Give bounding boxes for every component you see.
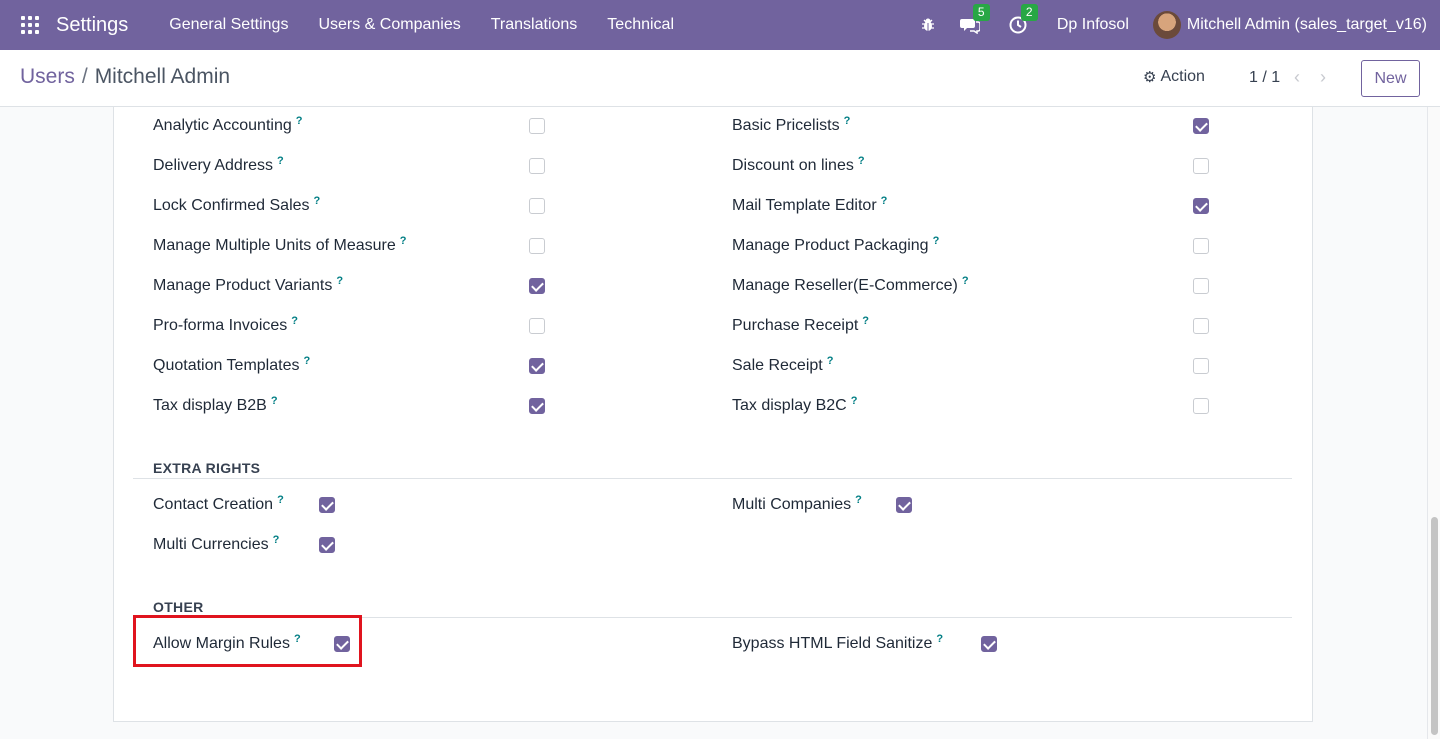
section-title-extra-rights: EXTRA RIGHTS xyxy=(153,460,261,476)
activity-clock-icon[interactable]: 2 xyxy=(1007,4,1038,36)
field-label: Manage Reseller(E-Commerce)? xyxy=(732,275,969,294)
checkbox-bypass-html-sanitize[interactable] xyxy=(981,636,997,652)
help-tooltip-icon[interactable]: ? xyxy=(881,195,888,207)
pager-next-icon[interactable]: › xyxy=(1320,67,1326,88)
checkbox-pro-forma-invoices[interactable] xyxy=(529,318,545,334)
checkbox-product-packaging[interactable] xyxy=(1193,238,1209,254)
checkbox-purchase-receipt[interactable] xyxy=(1193,318,1209,334)
field-label: Bypass HTML Field Sanitize? xyxy=(732,633,944,652)
field-label: Tax display B2C? xyxy=(732,395,858,414)
vertical-scrollbar[interactable] xyxy=(1427,107,1440,739)
checkbox-multi-companies[interactable] xyxy=(896,497,912,513)
help-tooltip-icon[interactable]: ? xyxy=(862,315,869,327)
section-title-other: OTHER xyxy=(153,599,204,615)
company-switcher[interactable]: Dp Infosol xyxy=(1057,16,1129,34)
field-label: Multi Currencies? xyxy=(153,534,280,553)
checkbox-tax-display-b2b[interactable] xyxy=(529,398,545,414)
user-menu[interactable]: Mitchell Admin (sales_target_v16) xyxy=(1187,16,1427,34)
field-label: Purchase Receipt? xyxy=(732,315,870,334)
highlight-annotation-box xyxy=(133,615,362,667)
field-label: Pro-forma Invoices? xyxy=(153,315,298,334)
checkbox-multi-currencies[interactable] xyxy=(319,537,335,553)
field-label: Manage Multiple Units of Measure? xyxy=(153,235,407,254)
checkbox-analytic-accounting[interactable] xyxy=(529,118,545,134)
activity-badge: 2 xyxy=(1020,4,1038,21)
top-navbar: Settings General Settings Users & Compan… xyxy=(0,0,1440,50)
action-label: Action xyxy=(1160,68,1205,85)
help-tooltip-icon[interactable]: ? xyxy=(296,115,303,127)
pager-previous-icon[interactable]: ‹ xyxy=(1294,67,1300,88)
pager-value[interactable]: 1 / 1 xyxy=(1249,69,1280,87)
help-tooltip-icon[interactable]: ? xyxy=(933,235,940,247)
checkbox-delivery-address[interactable] xyxy=(529,158,545,174)
checkbox-quotation-templates[interactable] xyxy=(529,358,545,374)
messages-icon[interactable]: 5 xyxy=(959,4,990,36)
checkbox-reseller-ecommerce[interactable] xyxy=(1193,278,1209,294)
gear-icon: ⚙ xyxy=(1143,69,1157,86)
field-label: Multi Companies? xyxy=(732,494,862,513)
field-label: Basic Pricelists? xyxy=(732,115,851,134)
field-label: Quotation Templates? xyxy=(153,355,311,374)
checkbox-discount-on-lines[interactable] xyxy=(1193,158,1209,174)
action-button[interactable]: ⚙ Action xyxy=(1143,68,1205,86)
checkbox-mail-template-editor[interactable] xyxy=(1193,198,1209,214)
checkbox-product-variants[interactable] xyxy=(529,278,545,294)
breadcrumb-current: Mitchell Admin xyxy=(94,65,231,88)
field-label: Contact Creation? xyxy=(153,494,284,513)
field-label: Manage Product Packaging? xyxy=(732,235,940,254)
help-tooltip-icon[interactable]: ? xyxy=(851,395,858,407)
checkbox-contact-creation[interactable] xyxy=(319,497,335,513)
field-label: Mail Template Editor? xyxy=(732,195,888,214)
checkbox-basic-pricelists[interactable] xyxy=(1193,118,1209,134)
breadcrumb-separator: / xyxy=(81,65,88,88)
help-tooltip-icon[interactable]: ? xyxy=(273,534,280,546)
breadcrumb: Users / Mitchell Admin xyxy=(20,65,230,89)
checkbox-lock-confirmed-sales[interactable] xyxy=(529,198,545,214)
help-tooltip-icon[interactable]: ? xyxy=(855,494,862,506)
help-tooltip-icon[interactable]: ? xyxy=(336,275,343,287)
control-panel: Users / Mitchell Admin ⚙ Action 1 / 1 ‹ › N… xyxy=(0,50,1440,107)
menu-users-companies[interactable]: Users & Companies xyxy=(303,0,475,50)
help-tooltip-icon[interactable]: ? xyxy=(400,235,407,247)
messages-badge: 5 xyxy=(972,4,990,21)
checkbox-sale-receipt[interactable] xyxy=(1193,358,1209,374)
apps-menu-icon[interactable] xyxy=(21,16,39,34)
field-label: Delivery Address? xyxy=(153,155,284,174)
field-label: Analytic Accounting? xyxy=(153,115,303,134)
help-tooltip-icon[interactable]: ? xyxy=(277,155,284,167)
debug-bug-icon[interactable] xyxy=(917,14,939,36)
help-tooltip-icon[interactable]: ? xyxy=(936,633,943,645)
checkbox-multiple-uom[interactable] xyxy=(529,238,545,254)
checkbox-tax-display-b2c[interactable] xyxy=(1193,398,1209,414)
help-tooltip-icon[interactable]: ? xyxy=(314,195,321,207)
app-brand[interactable]: Settings xyxy=(56,14,128,37)
help-tooltip-icon[interactable]: ? xyxy=(291,315,298,327)
field-label: Tax display B2B? xyxy=(153,395,278,414)
help-tooltip-icon[interactable]: ? xyxy=(827,355,834,367)
help-tooltip-icon[interactable]: ? xyxy=(271,395,278,407)
new-button[interactable]: New xyxy=(1361,60,1420,97)
field-label: Sale Receipt? xyxy=(732,355,834,374)
help-tooltip-icon[interactable]: ? xyxy=(303,355,310,367)
breadcrumb-users-link[interactable]: Users xyxy=(20,65,75,88)
help-tooltip-icon[interactable]: ? xyxy=(858,155,865,167)
help-tooltip-icon[interactable]: ? xyxy=(277,494,284,506)
menu-technical[interactable]: Technical xyxy=(592,0,689,50)
field-label: Manage Product Variants? xyxy=(153,275,344,294)
menu-general-settings[interactable]: General Settings xyxy=(154,0,303,50)
menu-translations[interactable]: Translations xyxy=(476,0,593,50)
scrollbar-thumb[interactable] xyxy=(1431,517,1438,735)
field-label: Discount on lines? xyxy=(732,155,865,174)
field-label: Lock Confirmed Sales? xyxy=(153,195,321,214)
help-tooltip-icon[interactable]: ? xyxy=(844,115,851,127)
user-avatar[interactable] xyxy=(1152,11,1181,39)
help-tooltip-icon[interactable]: ? xyxy=(962,275,969,287)
section-divider xyxy=(133,478,1292,479)
